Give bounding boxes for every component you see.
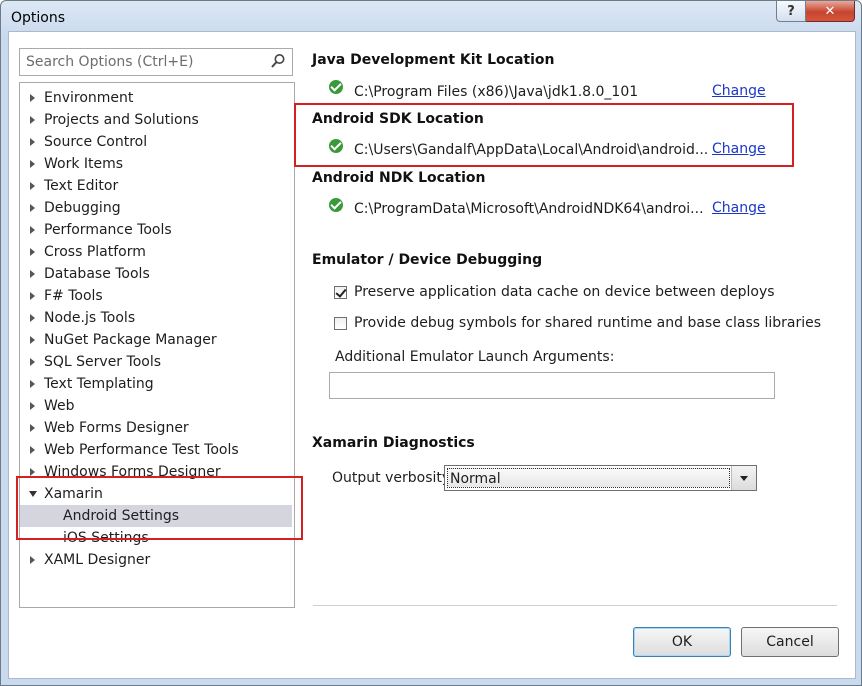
search-icon[interactable] xyxy=(270,53,286,69)
tree-item-label: Cross Platform xyxy=(44,244,146,260)
tree-item-label: Performance Tools xyxy=(44,222,172,238)
sdk-path: C:\Users\Gandalf\AppData\Local\Android\a… xyxy=(354,142,709,158)
collapsed-arrow-icon[interactable] xyxy=(30,182,35,190)
tree-item-label: Web xyxy=(44,398,75,414)
emulator-args-input[interactable] xyxy=(329,372,775,399)
diagnostics-heading: Xamarin Diagnostics xyxy=(312,435,475,451)
collapsed-arrow-icon[interactable] xyxy=(30,226,35,234)
ok-button[interactable]: OK xyxy=(633,627,731,657)
tree-item-web-forms-designer[interactable]: Web Forms Designer xyxy=(20,417,292,439)
emulator-args-label: Additional Emulator Launch Arguments: xyxy=(335,349,615,365)
tree-item-environment[interactable]: Environment xyxy=(20,87,292,109)
chevron-down-icon[interactable] xyxy=(731,466,756,490)
ndk-heading: Android NDK Location xyxy=(312,170,486,186)
collapsed-arrow-icon[interactable] xyxy=(30,160,35,168)
preserve-cache-label[interactable]: Preserve application data cache on devic… xyxy=(354,284,775,300)
collapsed-arrow-icon[interactable] xyxy=(30,380,35,388)
tree-item-debugging[interactable]: Debugging xyxy=(20,197,292,219)
tree-item-label: Node.js Tools xyxy=(44,310,136,326)
tree-item-label: XAML Designer xyxy=(44,552,151,568)
check-circle-icon xyxy=(329,139,343,153)
caption-buttons: ? ✕ xyxy=(776,1,855,22)
tree-item-xaml-designer[interactable]: XAML Designer xyxy=(20,549,292,571)
debug-symbols-checkbox[interactable] xyxy=(334,317,347,330)
ndk-path: C:\ProgramData\Microsoft\AndroidNDK64\an… xyxy=(354,201,704,217)
tree-item-label: F# Tools xyxy=(44,288,103,304)
tree-item-label: Environment xyxy=(44,90,134,106)
collapsed-arrow-icon[interactable] xyxy=(30,314,35,322)
check-circle-icon xyxy=(329,198,343,212)
collapsed-arrow-icon[interactable] xyxy=(30,424,35,432)
tree-item-label: Web Forms Designer xyxy=(44,420,189,436)
search-input[interactable]: Search Options (Ctrl+E) xyxy=(19,48,293,76)
collapsed-arrow-icon[interactable] xyxy=(30,94,35,102)
tree-item-source-control[interactable]: Source Control xyxy=(20,131,292,153)
tree-item-projects-and-solutions[interactable]: Projects and Solutions xyxy=(20,109,292,131)
verbosity-value: Normal xyxy=(447,468,730,488)
tree-item-label: Projects and Solutions xyxy=(44,112,199,128)
tree-item-label: Text Templating xyxy=(44,376,154,392)
collapsed-arrow-icon[interactable] xyxy=(30,336,35,344)
tree-item-performance-tools[interactable]: Performance Tools xyxy=(20,219,292,241)
tree-item-work-items[interactable]: Work Items xyxy=(20,153,292,175)
jdk-heading: Java Development Kit Location xyxy=(312,52,555,68)
tree-item-label: Source Control xyxy=(44,134,148,150)
collapsed-arrow-icon[interactable] xyxy=(30,138,35,146)
sdk-change-link[interactable]: Change xyxy=(712,141,766,157)
preserve-cache-checkbox[interactable] xyxy=(334,286,347,299)
tree-item-database-tools[interactable]: Database Tools xyxy=(20,263,292,285)
collapsed-arrow-icon[interactable] xyxy=(30,556,35,564)
verbosity-label: Output verbosity: xyxy=(332,470,454,486)
jdk-path: C:\Program Files (x86)\Java\jdk1.8.0_101 xyxy=(354,84,639,100)
debug-symbols-label[interactable]: Provide debug symbols for shared runtime… xyxy=(354,315,821,331)
collapsed-arrow-icon[interactable] xyxy=(30,116,35,124)
tree-item-label: Debugging xyxy=(44,200,121,216)
tree-item-f-tools[interactable]: F# Tools xyxy=(20,285,292,307)
sdk-heading: Android SDK Location xyxy=(312,111,484,127)
collapsed-arrow-icon[interactable] xyxy=(30,446,35,454)
tree-item-web-performance-test-tools[interactable]: Web Performance Test Tools xyxy=(20,439,292,461)
collapsed-arrow-icon[interactable] xyxy=(30,358,35,366)
tree-item-sql-server-tools[interactable]: SQL Server Tools xyxy=(20,351,292,373)
tree-item-text-templating[interactable]: Text Templating xyxy=(20,373,292,395)
check-circle-icon xyxy=(329,80,343,94)
collapsed-arrow-icon[interactable] xyxy=(30,468,35,476)
verbosity-select[interactable]: Normal xyxy=(444,465,757,491)
help-button[interactable]: ? xyxy=(776,1,806,22)
footer-separator xyxy=(313,605,837,606)
tree-item-label: NuGet Package Manager xyxy=(44,332,217,348)
cancel-button[interactable]: Cancel xyxy=(741,627,839,657)
emulator-heading: Emulator / Device Debugging xyxy=(312,252,543,268)
tree-item-nuget-package-manager[interactable]: NuGet Package Manager xyxy=(20,329,292,351)
tree-item-label: Text Editor xyxy=(44,178,119,194)
close-button[interactable]: ✕ xyxy=(806,1,855,22)
tree-item-label: Work Items xyxy=(44,156,124,172)
dialog-client: Search Options (Ctrl+E) Environment Proje… xyxy=(8,31,856,679)
tree-item-label: SQL Server Tools xyxy=(44,354,162,370)
options-dialog: Options ? ✕ Search Options (Ctrl+E) Envi… xyxy=(0,0,862,686)
tree-item-label: Web Performance Test Tools xyxy=(44,442,239,458)
tree-item-text-editor[interactable]: Text Editor xyxy=(20,175,292,197)
collapsed-arrow-icon[interactable] xyxy=(30,270,35,278)
window-title: Options xyxy=(11,10,66,26)
highlight-box-xamarin xyxy=(16,476,303,540)
search-placeholder: Search Options (Ctrl+E) xyxy=(26,54,194,70)
collapsed-arrow-icon[interactable] xyxy=(30,402,35,410)
jdk-change-link[interactable]: Change xyxy=(712,83,766,99)
tree-item-web[interactable]: Web xyxy=(20,395,292,417)
collapsed-arrow-icon[interactable] xyxy=(30,292,35,300)
collapsed-arrow-icon[interactable] xyxy=(30,204,35,212)
tree-item-label: Database Tools xyxy=(44,266,150,282)
collapsed-arrow-icon[interactable] xyxy=(30,248,35,256)
ndk-change-link[interactable]: Change xyxy=(712,200,766,216)
tree-item-node-js-tools[interactable]: Node.js Tools xyxy=(20,307,292,329)
tree-item-cross-platform[interactable]: Cross Platform xyxy=(20,241,292,263)
